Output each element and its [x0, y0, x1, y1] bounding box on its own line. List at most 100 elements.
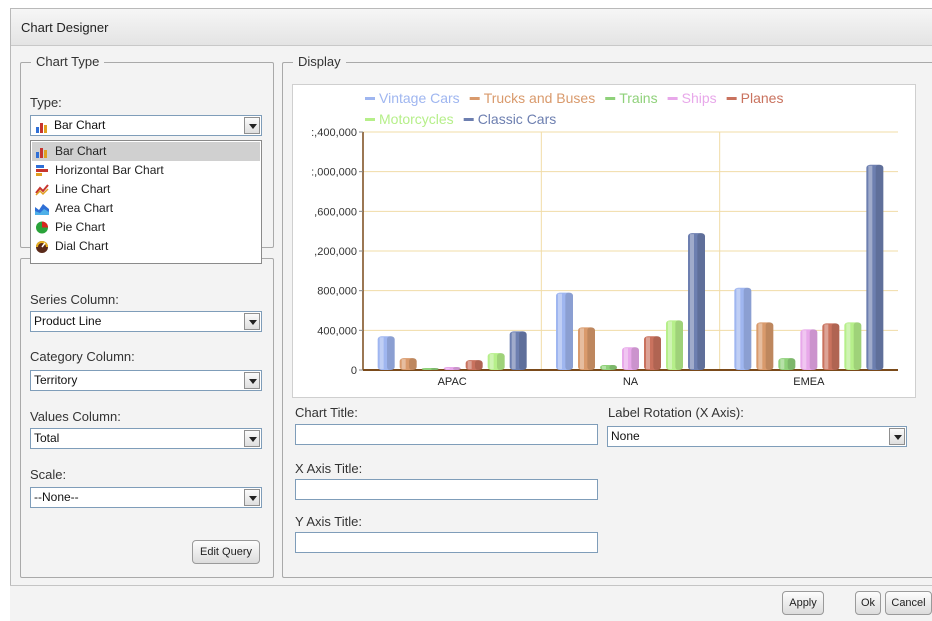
bar [622, 347, 639, 370]
bar-shade [565, 292, 573, 370]
bar-highlight [379, 337, 384, 369]
category-column-select[interactable]: Territory [30, 370, 262, 391]
bar [800, 329, 818, 370]
y-tick-label: ,200,000 [314, 246, 357, 258]
legend-swatch [726, 97, 737, 100]
display-legend: Display [293, 54, 346, 69]
bar-shade [765, 322, 774, 370]
bar-highlight [868, 165, 873, 369]
option-dial-chart[interactable]: Dial Chart [32, 237, 260, 256]
bar-shade [653, 336, 661, 370]
legend-swatch [469, 97, 480, 100]
option-line-chart[interactable]: Line Chart [32, 180, 260, 199]
bar-chart-icon [35, 145, 49, 158]
bar [644, 336, 661, 370]
series-column-label: Series Column: [30, 292, 119, 307]
chevron-down-icon[interactable] [244, 372, 260, 389]
legend-item: Vintage Cars [365, 90, 460, 106]
chevron-down-icon[interactable] [244, 313, 260, 330]
y-axis-title-input[interactable] [295, 532, 598, 553]
chart-type-select[interactable]: Bar Chart [30, 115, 262, 136]
x-tick-label: EMEA [793, 376, 825, 388]
bar-shade [431, 368, 439, 370]
option-bar-chart[interactable]: Bar Chart [32, 142, 260, 161]
bar-shade [497, 353, 505, 370]
bar-shade [519, 331, 527, 370]
label-rotation-select[interactable]: None [607, 426, 907, 447]
bar [465, 360, 483, 370]
bar [578, 327, 595, 370]
option-horizontal-bar-chart[interactable]: Horizontal Bar Chart [32, 161, 260, 180]
values-column-select[interactable]: Total [30, 428, 262, 449]
chevron-down-icon[interactable] [244, 430, 260, 447]
area-chart-icon [35, 202, 49, 215]
cancel-button[interactable]: Cancel [885, 591, 932, 615]
option-label: Dial Chart [55, 239, 109, 253]
scale-select[interactable]: --None-- [30, 487, 262, 508]
chevron-down-icon[interactable] [889, 428, 905, 445]
option-label: Line Chart [55, 182, 111, 196]
label-rotation-value: None [611, 429, 640, 443]
bar-highlight [489, 354, 494, 369]
ok-button[interactable]: Ok [855, 591, 881, 615]
bar-shade [875, 164, 884, 370]
bar-highlight [401, 359, 406, 369]
bar [756, 322, 774, 370]
bar [822, 323, 840, 370]
option-pie-chart[interactable]: Pie Chart [32, 218, 260, 237]
y-axis-ticks: :,400,000:,000,000 ,600,000 ,200,000 800,00… [311, 127, 363, 377]
scale-label: Scale: [30, 467, 67, 482]
chevron-down-icon[interactable] [244, 489, 260, 506]
bar-highlight [846, 323, 851, 369]
y-tick-label: 400,000 [317, 325, 357, 337]
bar-shade [831, 323, 840, 370]
series-column-value: Product Line [34, 314, 102, 328]
bar-shade [609, 365, 617, 370]
bar-chart: :,400,000:,000,000 ,600,000 ,200,000 800,00… [311, 90, 898, 388]
legend-item: Planes [726, 90, 783, 106]
bar [421, 368, 439, 370]
bar [866, 164, 884, 370]
legend-label: Trucks and Buses [484, 90, 596, 106]
legend-label: Trains [619, 90, 657, 106]
bar [509, 331, 527, 370]
chart-bars [377, 164, 884, 370]
bar-highlight [758, 323, 763, 369]
chart-title-input[interactable] [295, 424, 598, 445]
bar [778, 358, 796, 370]
legend-label: Motorcycles [379, 111, 454, 127]
y-tick-label: ,600,000 [314, 206, 357, 218]
y-tick-label: :,400,000 [311, 127, 357, 139]
category-column-value: Territory [34, 373, 78, 387]
bar-highlight [602, 366, 606, 369]
chart-type-legend: Chart Type [31, 54, 105, 69]
legend-label: Ships [682, 90, 717, 106]
x-axis-title-input[interactable] [295, 479, 598, 500]
apply-button[interactable]: Apply [782, 591, 824, 615]
chevron-down-icon[interactable] [244, 117, 260, 134]
bar-chart-icon [35, 120, 49, 133]
dialog-titlebar: Chart Designer [11, 9, 932, 46]
chart-legend: Vintage Cars Trucks and Buses Trains Ships P… [365, 90, 783, 127]
bar-shade [853, 322, 862, 370]
bar-shade [697, 233, 705, 370]
dial-chart-icon [35, 240, 49, 253]
series-column-select[interactable]: Product Line [30, 311, 262, 332]
legend-swatch [365, 118, 375, 121]
bar-highlight [668, 321, 672, 369]
bar-highlight [802, 330, 807, 369]
bar [487, 353, 505, 370]
edit-query-button[interactable]: Edit Query [192, 540, 260, 564]
bar-shade [475, 360, 483, 370]
bar [688, 233, 705, 370]
bar-highlight [690, 234, 694, 369]
bar-shade [587, 327, 595, 370]
bar-shade [743, 287, 752, 370]
bar-highlight [624, 348, 628, 369]
bar-shade [675, 320, 683, 370]
y-tick-label: :,000,000 [311, 167, 357, 179]
legend-item: Classic Cars [463, 111, 556, 127]
bar-highlight [736, 288, 741, 369]
option-area-chart[interactable]: Area Chart [32, 199, 260, 218]
chart-type-dropdown: Bar Chart Horizontal Bar Chart Line Char… [30, 140, 262, 264]
